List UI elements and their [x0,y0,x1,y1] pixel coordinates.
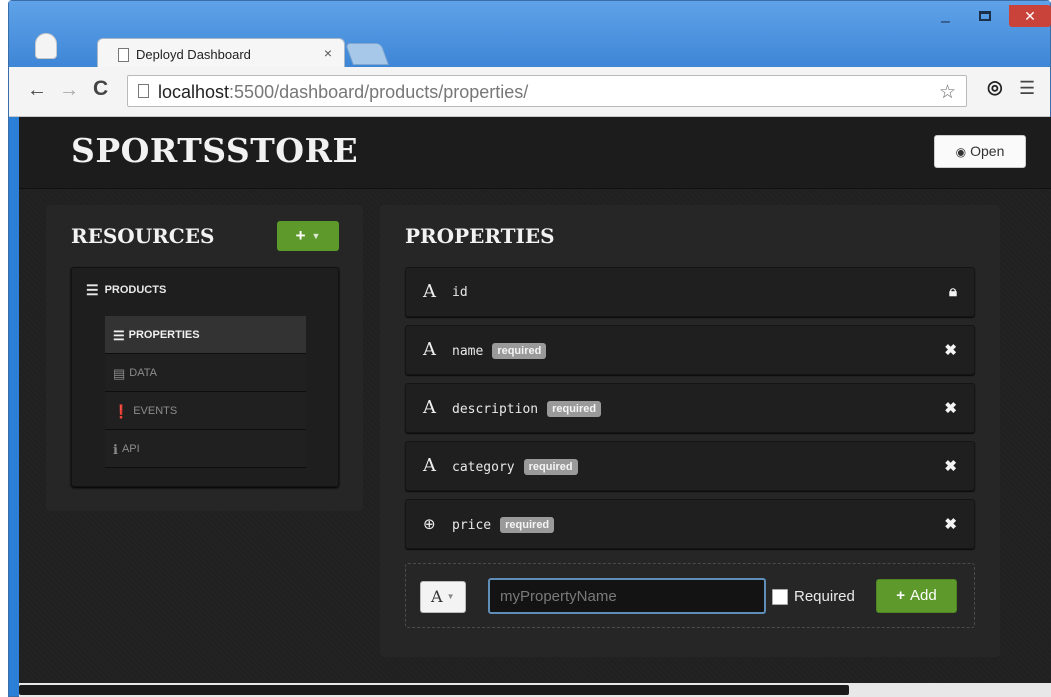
page-icon [138,84,149,98]
property-name-input[interactable] [488,578,766,614]
scrollbar-thumb[interactable] [19,685,849,695]
property-row-price[interactable]: ⊕ price required ✖ [405,499,975,549]
number-type-icon: ⊕ [423,515,436,533]
sidebar-item-label: PROPERTIES [128,329,200,341]
property-name-text: description [452,402,539,417]
type-dropdown-label: A [431,587,443,606]
resources-panel: RESOURCES + ▼ ☰ PRODUCTS ☰ PROPERTIES ▤ DATA… [46,205,363,511]
property-name: id [452,285,468,300]
add-property-button[interactable]: + Add [876,579,957,613]
remove-icon[interactable]: ✖ [944,515,957,533]
sidebar-item-api[interactable]: ℹ API [105,430,306,468]
add-label: Add [910,587,937,604]
open-button[interactable]: ◉ Open [934,135,1026,168]
add-resource-label: + [295,226,306,245]
resource-tree: ☰ PRODUCTS ☰ PROPERTIES ▤ DATA ❗ EVENTS ℹ API [71,267,339,487]
brand-title: SPORTSSTORE [71,131,359,170]
string-type-icon: A [423,455,436,476]
table-icon: ▤ [113,366,126,381]
required-checkbox[interactable] [772,589,788,605]
property-name: name required [452,343,547,359]
info-icon: ℹ [113,442,118,457]
property-name-text: name [452,344,484,359]
type-dropdown[interactable]: A ▼ [420,581,466,613]
extension-icon[interactable]: ◎ [987,77,1003,98]
close-window-button[interactable]: ✕ [1009,5,1051,27]
resources-title: RESOURCES [71,224,215,248]
sidebar-item-label: DATA [129,367,158,379]
eye-icon: ◉ [955,145,967,159]
back-arrow-icon[interactable]: ← [27,79,47,102]
property-row-name[interactable]: A name required ✖ [405,325,975,375]
remove-icon[interactable]: ✖ [944,457,957,475]
browser-tab[interactable]: Deployd Dashboard × [97,38,345,68]
new-tab-button[interactable] [344,43,390,65]
property-row-id[interactable]: A id 🔒︎ [405,267,975,317]
string-type-icon: A [423,281,436,302]
property-name: description required [452,401,602,417]
properties-title: PROPERTIES [405,224,555,248]
profile-avatar-icon[interactable] [35,33,57,59]
url-text: localhost:5500/dashboard/products/proper… [158,82,528,103]
required-badge: required [492,343,547,359]
list-icon: ☰ [113,328,125,343]
url-path: :5500/dashboard/products/properties/ [229,82,529,102]
chevron-down-icon: ▼ [311,231,321,241]
remove-icon[interactable]: ✖ [944,399,957,417]
resource-label: PRODUCTS [104,284,167,296]
maximize-button[interactable] [979,11,991,21]
required-badge: required [523,459,578,475]
address-bar[interactable]: localhost:5500/dashboard/products/proper… [127,75,967,107]
sidebar-item-data[interactable]: ▤ DATA [105,354,306,392]
sidebar-item-properties[interactable]: ☰ PROPERTIES [105,316,306,354]
property-row-category[interactable]: A category required ✖ [405,441,975,491]
string-type-icon: A [423,397,436,418]
remove-icon[interactable]: ✖ [944,341,957,359]
menu-icon[interactable]: ☰ [1019,78,1035,99]
tab-close-icon[interactable]: × [324,45,332,61]
required-badge: required [500,517,555,533]
property-name-text: price [452,518,492,533]
plus-icon: + [896,587,906,604]
exclamation-icon: ❗ [113,404,130,419]
title-bar: Deployd Dashboard × – ✕ [9,1,1051,68]
required-label: Required [794,588,855,605]
sidebar-item-events[interactable]: ❗ EVENTS [105,392,306,430]
new-property-form: A▼ Required +Add [405,563,975,628]
url-host: localhost [158,82,230,102]
horizontal-scrollbar[interactable] [19,683,1051,697]
sidebar-item-label: EVENTS [133,405,178,417]
list-icon: ☰ [86,282,99,298]
property-name-text: category [452,460,515,475]
reload-icon[interactable]: C [93,77,108,101]
add-resource-button[interactable]: + ▼ [277,221,339,251]
required-badge: required [547,401,602,417]
property-name: category required [452,459,578,475]
lock-icon: 🔒︎ [949,283,957,300]
minimize-button[interactable]: – [941,13,950,31]
sidebar-item-label: API [121,443,140,455]
tab-title: Deployd Dashboard [136,47,251,62]
browser-toolbar: ← → C localhost:5500/dashboard/products/… [9,67,1050,117]
page-icon [118,48,129,62]
bookmark-star-icon[interactable]: ☆ [939,81,956,104]
open-label: Open [970,143,1005,159]
property-name: price required [452,517,555,533]
property-row-description[interactable]: A description required ✖ [405,383,975,433]
resource-products[interactable]: ☰ PRODUCTS [86,282,166,299]
chevron-down-icon: ▼ [446,592,455,601]
forward-arrow-icon[interactable]: → [59,79,79,102]
page-content: SPORTSSTORE ◉ Open RESOURCES + ▼ ☰ PRODUCTS… [19,117,1051,683]
app-navbar: SPORTSSTORE ◉ Open [19,117,1051,189]
properties-panel: PROPERTIES A id 🔒︎ A name required ✖ A de… [380,205,1000,657]
string-type-icon: A [423,339,436,360]
